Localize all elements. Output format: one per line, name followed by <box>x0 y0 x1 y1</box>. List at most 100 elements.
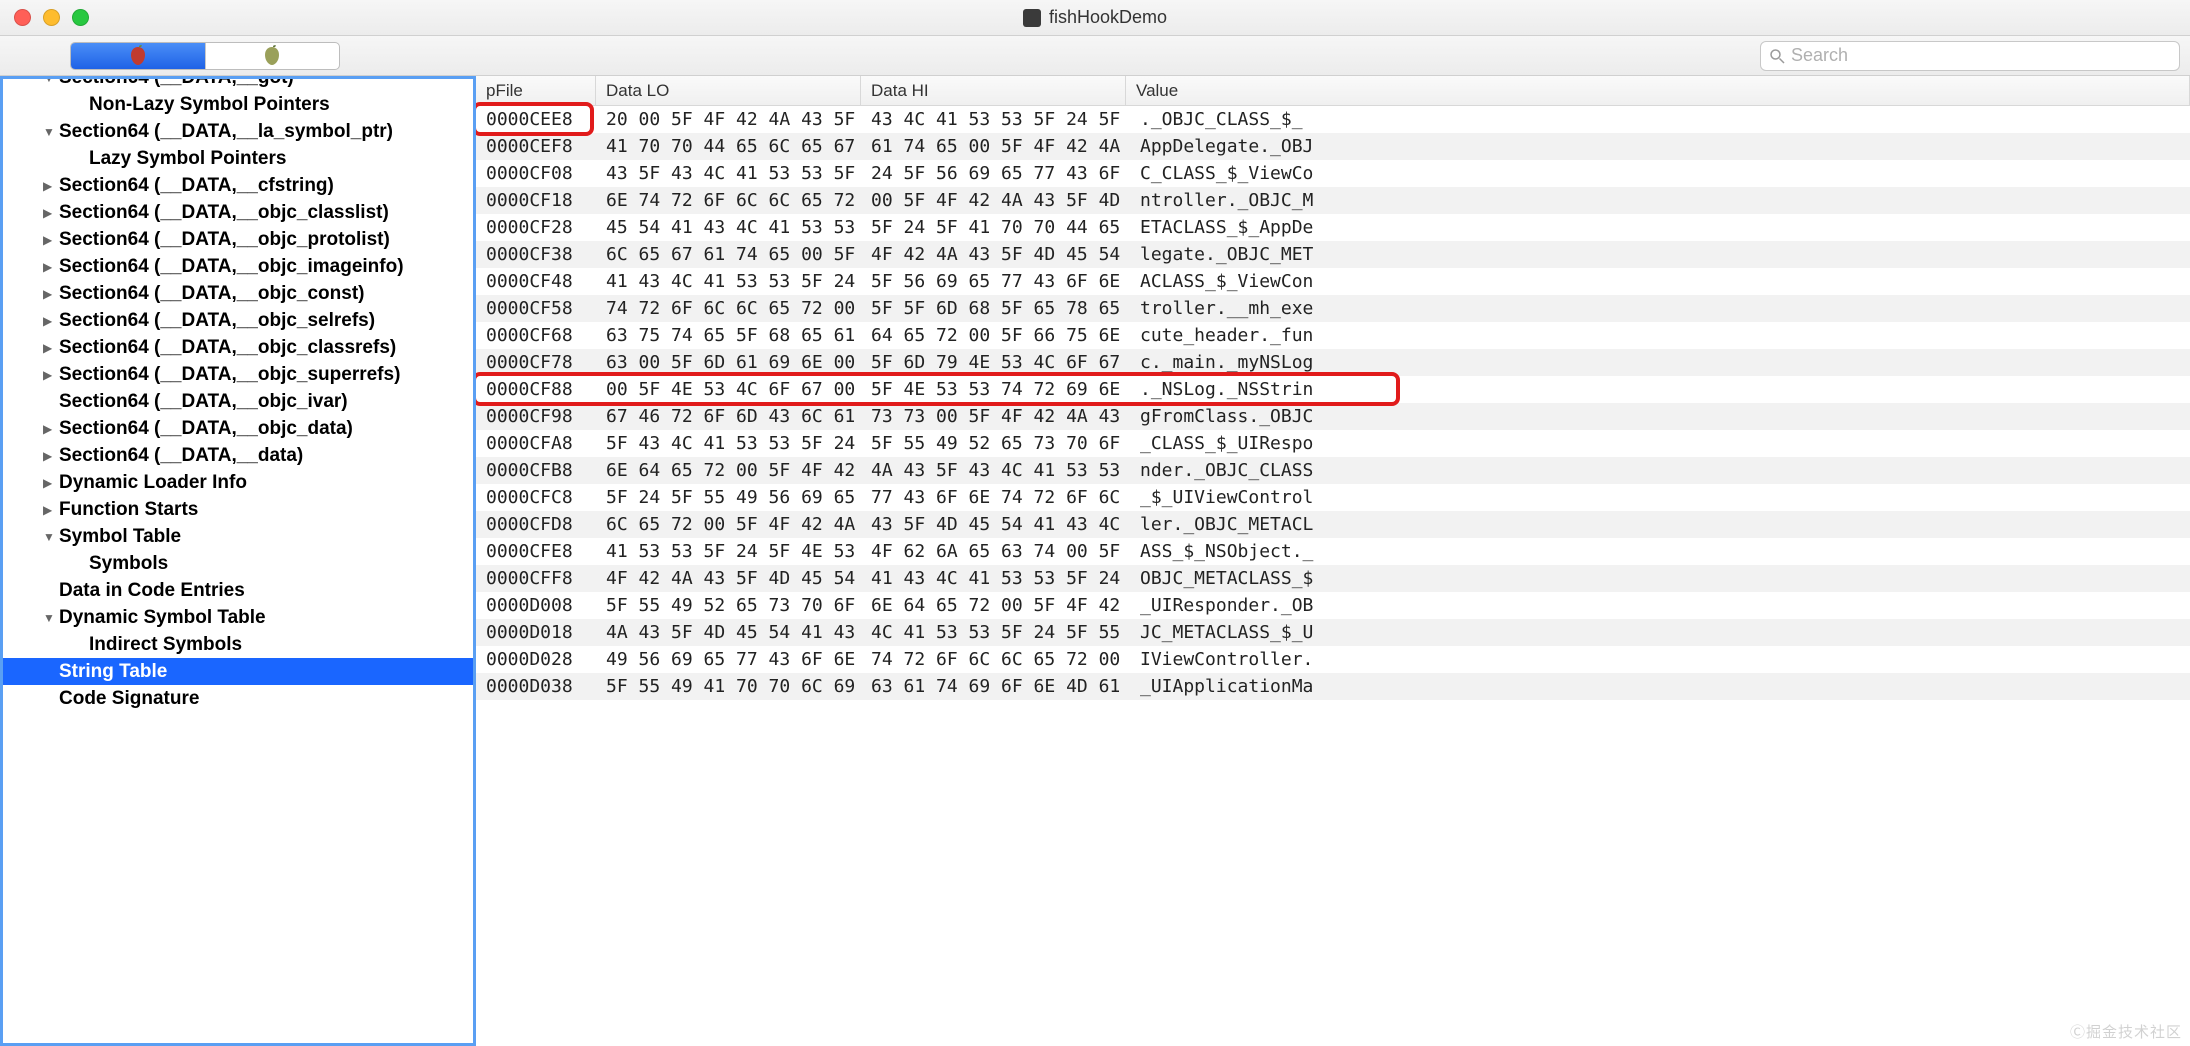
table-row[interactable]: 0000CF6863 75 74 65 5F 68 65 6164 65 72 … <box>476 322 2190 349</box>
cell-data-hi: 5F 6D 79 4E 53 4C 6F 67 <box>861 352 1126 373</box>
cell-pfile: 0000CFF8 <box>476 568 596 589</box>
sidebar-item-label: Dynamic Symbol Table <box>59 607 266 629</box>
table-row[interactable]: 0000CF386C 65 67 61 74 65 00 5F4F 42 4A … <box>476 241 2190 268</box>
cell-pfile: 0000CF48 <box>476 271 596 292</box>
sidebar-item[interactable]: Code Signature <box>3 685 473 712</box>
sidebar-item[interactable]: ▼Section64 (__DATA,__got) <box>3 76 473 91</box>
cell-value: ._NSLog._NSStrin <box>1126 379 2190 400</box>
sidebar-item[interactable]: ▼Section64 (__DATA,__la_symbol_ptr) <box>3 118 473 145</box>
cell-value: OBJC_METACLASS_$ <box>1126 568 2190 589</box>
cell-data-lo: 4A 43 5F 4D 45 54 41 43 <box>596 622 861 643</box>
view-mode-segment[interactable] <box>70 42 340 70</box>
cell-data-lo: 49 56 69 65 77 43 6F 6E <box>596 649 861 670</box>
table-row[interactable]: 0000D0385F 55 49 41 70 70 6C 6963 61 74 … <box>476 673 2190 700</box>
disclosure-arrow-icon[interactable]: ▶ <box>43 287 55 301</box>
table-row[interactable]: 0000CF2845 54 41 43 4C 41 53 535F 24 5F … <box>476 214 2190 241</box>
disclosure-arrow-icon[interactable]: ▶ <box>43 341 55 355</box>
disclosure-arrow-icon[interactable]: ▶ <box>43 206 55 220</box>
cell-data-hi: 43 4C 41 53 53 5F 24 5F <box>861 109 1126 130</box>
sidebar-item[interactable]: Symbols <box>3 550 473 577</box>
sidebar-item[interactable]: ▶Section64 (__DATA,__objc_classrefs) <box>3 334 473 361</box>
sidebar-item[interactable]: ▶Section64 (__DATA,__objc_superrefs) <box>3 361 473 388</box>
table-row[interactable]: 0000CFF84F 42 4A 43 5F 4D 45 5441 43 4C … <box>476 565 2190 592</box>
sidebar-item-label: Code Signature <box>59 688 199 710</box>
disclosure-arrow-icon[interactable]: ▼ <box>43 611 55 625</box>
table-row[interactable]: 0000D0085F 55 49 52 65 73 70 6F6E 64 65 … <box>476 592 2190 619</box>
disclosure-arrow-icon[interactable]: ▼ <box>43 530 55 544</box>
cell-value: troller.__mh_exe <box>1126 298 2190 319</box>
col-data-hi[interactable]: Data HI <box>861 76 1126 105</box>
sidebar-item[interactable]: Lazy Symbol Pointers <box>3 145 473 172</box>
sidebar-item[interactable]: ▶Dynamic Loader Info <box>3 469 473 496</box>
search-input[interactable] <box>1791 45 2171 66</box>
sidebar-item[interactable]: ▶Section64 (__DATA,__data) <box>3 442 473 469</box>
sidebar-item[interactable]: ▶Section64 (__DATA,__objc_protolist) <box>3 226 473 253</box>
sidebar-item[interactable]: String Table <box>3 658 473 685</box>
table-row[interactable]: 0000CEF841 70 70 44 65 6C 65 6761 74 65 … <box>476 133 2190 160</box>
cell-data-lo: 45 54 41 43 4C 41 53 53 <box>596 217 861 238</box>
sidebar-item[interactable]: ▶Section64 (__DATA,__objc_selrefs) <box>3 307 473 334</box>
disclosure-arrow-icon[interactable]: ▶ <box>43 476 55 490</box>
sidebar-item[interactable]: ▼ Dynamic Symbol Table <box>3 604 473 631</box>
cell-value: legate._OBJC_MET <box>1126 244 2190 265</box>
cell-data-lo: 5F 55 49 52 65 73 70 6F <box>596 595 861 616</box>
sidebar-item[interactable]: ▶ Section64 (__DATA,__cfstring) <box>3 172 473 199</box>
disclosure-arrow-icon[interactable]: ▶ <box>43 503 55 517</box>
sidebar-item-label: Function Starts <box>59 499 198 521</box>
sidebar-item[interactable]: ▶ Section64 (__DATA,__objc_const) <box>3 280 473 307</box>
disclosure-arrow-icon[interactable]: ▶ <box>43 233 55 247</box>
cell-value: cute_header._fun <box>1126 325 2190 346</box>
sidebar-item[interactable]: Data in Code Entries <box>3 577 473 604</box>
table-row[interactable]: 0000CF0843 5F 43 4C 41 53 53 5F24 5F 56 … <box>476 160 2190 187</box>
table-row[interactable]: 0000CEE820 00 5F 4F 42 4A 43 5F43 4C 41 … <box>476 106 2190 133</box>
sidebar-item-label: Section64 (__DATA,__cfstring) <box>59 175 334 197</box>
table-row[interactable]: 0000CF186E 74 72 6F 6C 6C 65 7200 5F 4F … <box>476 187 2190 214</box>
table-row[interactable]: 0000CFA85F 43 4C 41 53 53 5F 245F 55 49 … <box>476 430 2190 457</box>
col-pfile[interactable]: pFile <box>476 76 596 105</box>
sidebar-item[interactable]: Indirect Symbols <box>3 631 473 658</box>
sidebar-item-label: Section64 (__DATA,__objc_const) <box>59 283 364 305</box>
cell-pfile: 0000CF58 <box>476 298 596 319</box>
sidebar-item[interactable]: ▶Section64 (__DATA,__objc_data) <box>3 415 473 442</box>
disclosure-arrow-icon[interactable]: ▼ <box>43 125 55 139</box>
table-row[interactable]: 0000CFD86C 65 72 00 5F 4F 42 4A43 5F 4D … <box>476 511 2190 538</box>
sidebar-item-label: Non-Lazy Symbol Pointers <box>89 94 330 116</box>
section-sidebar[interactable]: ▼Section64 (__DATA,__got) Non-Lazy Symbol… <box>0 76 476 1046</box>
cell-pfile: 0000CF08 <box>476 163 596 184</box>
col-data-lo[interactable]: Data LO <box>596 76 861 105</box>
segment-raw-icon[interactable] <box>71 43 206 69</box>
disclosure-arrow-icon[interactable]: ▶ <box>43 368 55 382</box>
table-row[interactable]: 0000CF5874 72 6F 6C 6C 65 72 005F 5F 6D … <box>476 295 2190 322</box>
col-value[interactable]: Value <box>1126 76 2190 105</box>
sidebar-item[interactable]: Non-Lazy Symbol Pointers <box>3 91 473 118</box>
sidebar-item[interactable]: ▶Section64 (__DATA,__objc_classlist) <box>3 199 473 226</box>
cell-data-lo: 63 75 74 65 5F 68 65 61 <box>596 325 861 346</box>
disclosure-arrow-icon[interactable]: ▼ <box>43 76 55 85</box>
disclosure-arrow-icon[interactable]: ▶ <box>43 449 55 463</box>
disclosure-arrow-icon[interactable]: ▶ <box>43 314 55 328</box>
disclosure-arrow-icon[interactable]: ▶ <box>43 260 55 274</box>
table-row[interactable]: 0000D02849 56 69 65 77 43 6F 6E74 72 6F … <box>476 646 2190 673</box>
sidebar-item[interactable]: ▼Symbol Table <box>3 523 473 550</box>
sidebar-item[interactable]: Section64 (__DATA,__objc_ivar) <box>3 388 473 415</box>
disclosure-arrow-icon[interactable]: ▶ <box>43 422 55 436</box>
table-row[interactable]: 0000CFB86E 64 65 72 00 5F 4F 424A 43 5F … <box>476 457 2190 484</box>
segment-processed-icon[interactable] <box>206 43 340 69</box>
table-row[interactable]: 0000CFE841 53 53 5F 24 5F 4E 534F 62 6A … <box>476 538 2190 565</box>
cell-data-lo: 41 43 4C 41 53 53 5F 24 <box>596 271 861 292</box>
split-pane: ▼Section64 (__DATA,__got) Non-Lazy Symbol… <box>0 76 2190 1046</box>
table-row[interactable]: 0000D0184A 43 5F 4D 45 54 41 434C 41 53 … <box>476 619 2190 646</box>
table-row[interactable]: 0000CF9867 46 72 6F 6D 43 6C 6173 73 00 … <box>476 403 2190 430</box>
cell-data-hi: 77 43 6F 6E 74 72 6F 6C <box>861 487 1126 508</box>
disclosure-arrow-icon[interactable]: ▶ <box>43 179 55 193</box>
table-row[interactable]: 0000CF7863 00 5F 6D 61 69 6E 005F 6D 79 … <box>476 349 2190 376</box>
cell-data-hi: 61 74 65 00 5F 4F 42 4A <box>861 136 1126 157</box>
sidebar-item[interactable]: ▶Section64 (__DATA,__objc_imageinfo) <box>3 253 473 280</box>
table-row[interactable]: 0000CF4841 43 4C 41 53 53 5F 245F 56 69 … <box>476 268 2190 295</box>
table-row[interactable]: 0000CFC85F 24 5F 55 49 56 69 6577 43 6F … <box>476 484 2190 511</box>
cell-data-lo: 74 72 6F 6C 6C 65 72 00 <box>596 298 861 319</box>
table-row[interactable]: 0000CF8800 5F 4E 53 4C 6F 67 005F 4E 53 … <box>476 376 2190 403</box>
search-box[interactable] <box>1760 41 2180 71</box>
sidebar-item-label: Section64 (__DATA,__objc_ivar) <box>59 391 348 413</box>
sidebar-item[interactable]: ▶ Function Starts <box>3 496 473 523</box>
